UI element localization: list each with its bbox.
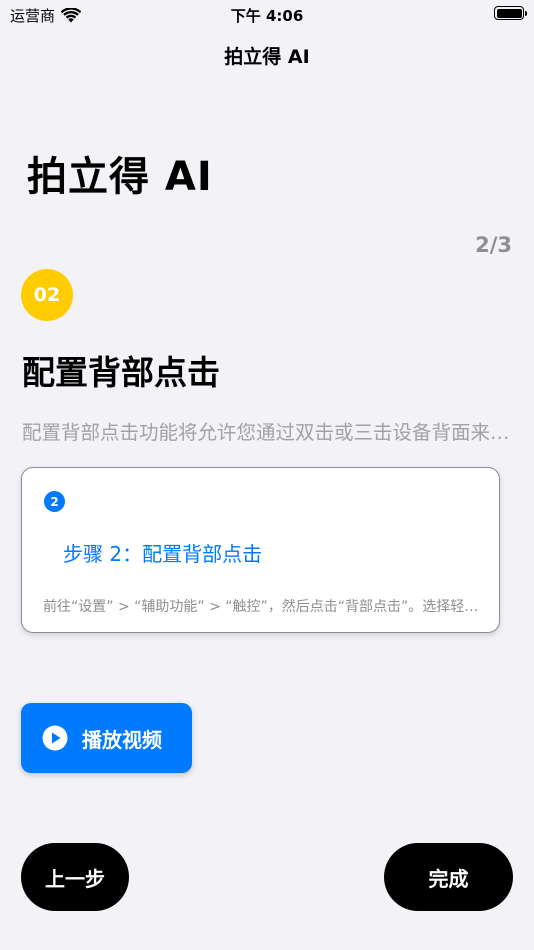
step-description: 配置背部点击功能将允许您通过双击或三击设备背面来触发快捷指令。 [22, 421, 516, 444]
step-counter: 2/3 [475, 233, 512, 257]
battery-icon [494, 6, 527, 20]
previous-button[interactable]: 上一步 [21, 843, 129, 911]
done-button[interactable]: 完成 [384, 843, 513, 911]
play-video-button[interactable]: 播放视频 [21, 703, 192, 773]
nav-title: 拍立得 AI [224, 46, 310, 68]
battery-fill [496, 8, 522, 18]
play-video-label: 播放视频 [82, 727, 162, 752]
card-body: 前往“设置” > “辅助功能” > “触控”，然后点击“背部点击”。选择轻点两下… [43, 599, 483, 615]
step-number-badge: 02 [21, 269, 73, 321]
status-time: 下午 4:06 [230, 7, 304, 25]
step-heading: 配置背部点击 [22, 353, 220, 392]
play-circle-icon [42, 725, 68, 751]
card-title: 步骤 2：配置背部点击 [63, 542, 263, 566]
instruction-card: 2 步骤 2：配置背部点击 前往“设置” > “辅助功能” > “触控”，然后点… [21, 467, 500, 633]
status-bar: 运营商 下午 4:06 [0, 0, 534, 30]
page-title: 拍立得 AI [27, 154, 213, 200]
onboarding-screen: 运营商 下午 4:06 拍立得 AI 拍立得 AI 2/3 02 配置背部点击 … [0, 0, 534, 950]
card-step-number: 2 [44, 491, 65, 512]
